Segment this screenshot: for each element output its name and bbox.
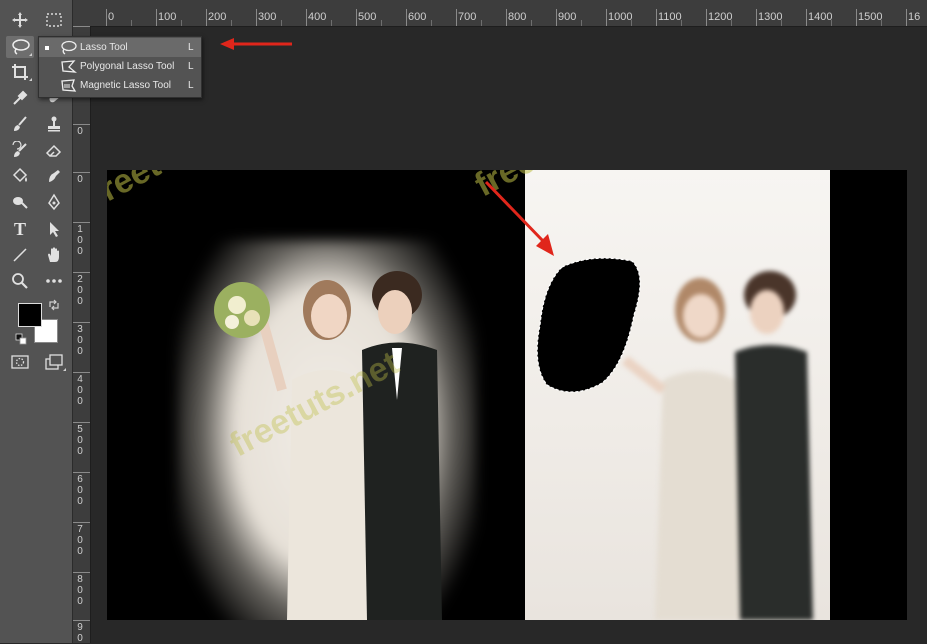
ruler-label: 9 0	[77, 622, 83, 644]
quick-mask-icon[interactable]	[6, 351, 34, 373]
ruler-label: 0	[77, 126, 83, 137]
flyout-item-lasso[interactable]: Lasso Tool L	[39, 38, 201, 57]
ruler-label: 200	[208, 11, 227, 23]
ruler-label: 6 0 0	[77, 474, 83, 507]
ruler-label: 5 0 0	[77, 424, 83, 457]
shortcut-key: L	[188, 61, 194, 72]
more-tools-icon[interactable]	[40, 270, 68, 292]
swap-colors-icon[interactable]	[48, 298, 60, 316]
lasso-icon	[61, 40, 77, 55]
paint-bucket-icon[interactable]	[6, 165, 34, 187]
ruler-label: 1400	[808, 11, 833, 23]
smudge-tool-icon[interactable]	[40, 165, 68, 187]
brush-tool-icon[interactable]	[6, 113, 34, 135]
ruler-label: 300	[258, 11, 277, 23]
red-arrow-left-icon	[220, 38, 292, 50]
screen-mode-icon[interactable]	[40, 351, 68, 373]
path-selection-icon[interactable]	[40, 218, 68, 240]
ruler-label: 500	[358, 11, 377, 23]
lasso-selection-marquee[interactable]	[532, 255, 647, 400]
clone-stamp-icon[interactable]	[40, 113, 68, 135]
ruler-label: 1500	[858, 11, 883, 23]
ruler-label: 2 0 0	[77, 274, 83, 307]
ruler-label: 8 0 0	[77, 574, 83, 607]
ruler-label: 1000	[608, 11, 633, 23]
watermark-text: freetuts.net	[107, 170, 265, 215]
crop-tool-icon[interactable]	[6, 61, 34, 83]
zoom-tool-icon[interactable]	[6, 270, 34, 292]
vertical-ruler[interactable]: 0 0 0 1 0 0 2 0 0 3 0 0 4 0 0 5 0 0 6 0 …	[73, 26, 91, 644]
default-colors-icon[interactable]	[15, 332, 27, 350]
selected-indicator	[45, 46, 49, 50]
dodge-tool-icon[interactable]	[6, 191, 34, 213]
ruler-label: 100	[158, 11, 177, 23]
foreground-color-swatch[interactable]	[18, 303, 42, 327]
ruler-label: 1300	[758, 11, 783, 23]
ruler-label: 16	[908, 11, 921, 23]
horizontal-ruler[interactable]: 0 100 200 300 400 500 600 700 800 900 10…	[90, 0, 927, 27]
ruler-label: 7 0 0	[77, 524, 83, 557]
ruler-label: 400	[308, 11, 327, 23]
line-tool-icon[interactable]	[6, 244, 34, 266]
red-arrow-down-icon	[484, 180, 554, 256]
marquee-tool-icon[interactable]	[40, 9, 68, 31]
history-brush-icon[interactable]	[6, 139, 34, 161]
ruler-label: 700	[458, 11, 477, 23]
ruler-label: 900	[558, 11, 577, 23]
polygonal-lasso-icon	[61, 60, 77, 73]
pen-tool-icon[interactable]	[40, 191, 68, 213]
flyout-item-magnetic-lasso[interactable]: Magnetic Lasso Tool L	[39, 76, 201, 95]
ruler-origin[interactable]	[73, 0, 91, 27]
ruler-label: 600	[408, 11, 427, 23]
hand-tool-icon[interactable]	[40, 244, 68, 266]
ruler-label: 1100	[658, 11, 682, 23]
eraser-tool-icon[interactable]	[40, 139, 68, 161]
shortcut-key: L	[188, 80, 194, 91]
magnetic-lasso-icon	[61, 79, 77, 92]
ruler-label: 0	[108, 11, 115, 23]
flyout-item-polygonal-lasso[interactable]: Polygonal Lasso Tool L	[39, 57, 201, 76]
shortcut-key: L	[188, 42, 194, 53]
ruler-label: 800	[508, 11, 527, 23]
ruler-label: 3 0 0	[77, 324, 83, 357]
ruler-label: 1200	[708, 11, 733, 23]
flyout-item-label: Magnetic Lasso Tool	[80, 80, 171, 91]
flyout-item-label: Lasso Tool	[80, 42, 128, 53]
ruler-label: 1 0 0	[77, 224, 83, 257]
type-tool-icon[interactable]: T	[6, 218, 34, 240]
lasso-tool-flyout: Lasso Tool L Polygonal Lasso Tool L Magn…	[38, 36, 202, 98]
flyout-item-label: Polygonal Lasso Tool	[80, 61, 175, 72]
ruler-label: 0	[77, 174, 83, 185]
eyedropper-tool-icon[interactable]	[6, 87, 34, 109]
ruler-label: 4 0 0	[77, 374, 83, 407]
move-tool-icon[interactable]	[6, 9, 34, 31]
lasso-tool-icon[interactable]	[6, 36, 34, 58]
